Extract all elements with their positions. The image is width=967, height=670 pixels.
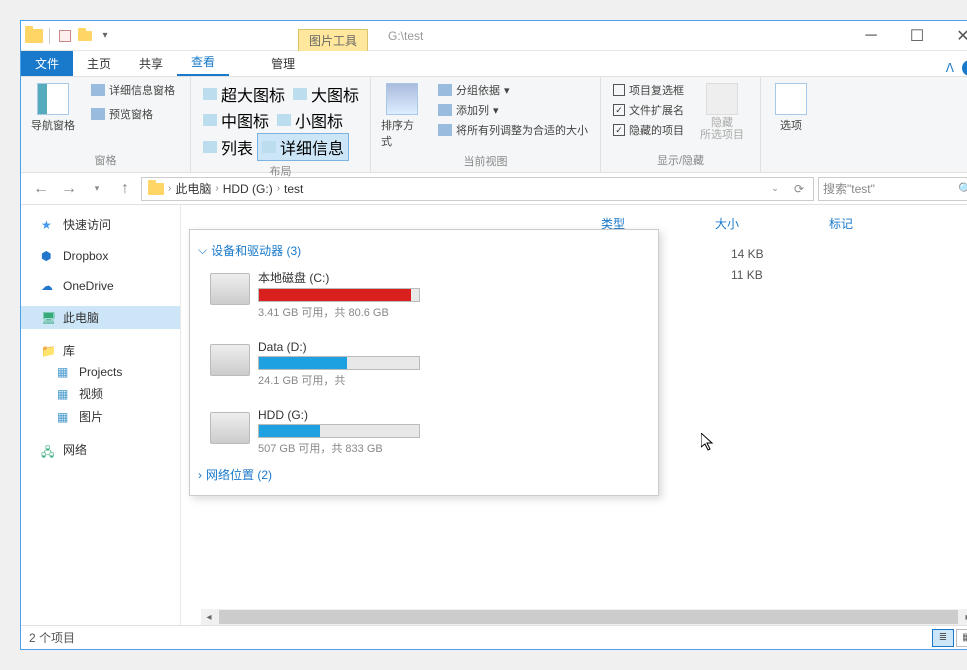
sidebar-pictures[interactable]: ▦图片 bbox=[21, 405, 180, 428]
file-extensions-toggle[interactable]: ✓文件扩展名 bbox=[609, 101, 688, 119]
tab-manage[interactable]: 管理 bbox=[257, 51, 309, 76]
sidebar-quick-access[interactable]: ★快速访问 bbox=[21, 213, 180, 236]
window-title-path: G:\test bbox=[388, 29, 423, 43]
tab-share[interactable]: 共享 bbox=[125, 51, 177, 76]
hidden-items-toggle[interactable]: ✓隐藏的项目 bbox=[609, 121, 688, 139]
tab-file[interactable]: 文件 bbox=[21, 51, 73, 76]
drive-item[interactable]: HDD (G:) 507 GB 可用，共 833 GB bbox=[210, 408, 420, 456]
hide-selected-button[interactable]: 隐藏 所选项目 bbox=[698, 81, 746, 150]
view-details[interactable]: 详细信息 bbox=[257, 133, 349, 161]
drive-usage-text: 24.1 GB 可用，共 bbox=[258, 372, 420, 388]
address-bar[interactable]: › 此电脑 › HDD (G:) › test ⌄ ⟳ bbox=[141, 177, 814, 201]
sidebar-library[interactable]: 📁库 bbox=[21, 339, 180, 362]
maximize-button[interactable]: ☐ bbox=[894, 21, 940, 51]
breadcrumb-drive[interactable]: HDD (G:) bbox=[219, 182, 277, 196]
view-details-toggle[interactable]: ≣ bbox=[932, 629, 954, 647]
add-columns-button[interactable]: 添加列 ▾ bbox=[434, 101, 592, 119]
drive-item[interactable]: 本地磁盘 (C:) 3.41 GB 可用，共 80.6 GB bbox=[210, 269, 420, 320]
drives-flyout: ⌵ 设备和驱动器 (3) 本地磁盘 (C:) 3.41 GB 可用，共 80.6… bbox=[189, 229, 659, 496]
options-button[interactable]: 选项 bbox=[773, 81, 809, 166]
drive-usage-bar bbox=[258, 288, 420, 302]
view-extra-large-icons[interactable]: 超大图标 bbox=[199, 81, 289, 107]
column-tags[interactable]: 标记 bbox=[829, 215, 853, 232]
drive-item[interactable]: Data (D:) 24.1 GB 可用，共 bbox=[210, 340, 420, 388]
recent-dropdown[interactable]: ▾ bbox=[85, 177, 109, 201]
qat-dropdown[interactable]: ▾ bbox=[96, 27, 114, 45]
drive-name: HDD (G:) bbox=[258, 408, 420, 422]
item-checkboxes-toggle[interactable]: 项目复选框 bbox=[609, 81, 688, 99]
tab-view[interactable]: 查看 bbox=[177, 49, 229, 76]
sidebar-dropbox[interactable]: ⬢Dropbox bbox=[21, 246, 180, 266]
sidebar-network[interactable]: 🖧网络 bbox=[21, 438, 180, 461]
titlebar: ▾ 图片工具 G:\test ─ ☐ ✕ bbox=[21, 21, 967, 51]
nav-pane-button[interactable]: 导航窗格 bbox=[29, 81, 77, 150]
scroll-thumb[interactable] bbox=[219, 610, 958, 624]
item-count: 2 个项目 bbox=[29, 629, 75, 646]
drive-name: Data (D:) bbox=[258, 340, 420, 354]
view-small-icons[interactable]: 小图标 bbox=[273, 107, 347, 133]
sidebar-projects[interactable]: ▦Projects bbox=[21, 362, 180, 382]
column-size[interactable]: 大小 bbox=[715, 215, 739, 232]
view-list[interactable]: 列表 bbox=[199, 133, 257, 161]
drive-usage-bar bbox=[258, 424, 420, 438]
close-button[interactable]: ✕ bbox=[940, 21, 967, 51]
network-section-header[interactable]: › 网络位置 (2) bbox=[198, 462, 650, 487]
scroll-left-arrow[interactable]: ◂ bbox=[201, 609, 217, 625]
back-button[interactable]: ← bbox=[29, 177, 53, 201]
chevron-down-icon: ⌵ bbox=[198, 243, 207, 258]
refresh-button[interactable]: ⟳ bbox=[787, 177, 811, 201]
view-large-icons[interactable]: 大图标 bbox=[289, 81, 363, 107]
up-button[interactable]: ↑ bbox=[113, 177, 137, 201]
search-input[interactable]: 搜索"test" 🔍 bbox=[818, 177, 967, 201]
address-dropdown[interactable]: ⌄ bbox=[763, 177, 787, 201]
contextual-tab-picture-tools[interactable]: 图片工具 bbox=[298, 29, 368, 51]
breadcrumb-folder[interactable]: test bbox=[280, 182, 307, 196]
sidebar-onedrive[interactable]: ☁OneDrive bbox=[21, 276, 180, 296]
breadcrumb-this-pc[interactable]: 此电脑 bbox=[171, 180, 215, 197]
ribbon-collapse-icon[interactable]: ᐱ bbox=[946, 61, 954, 75]
devices-section-header[interactable]: ⌵ 设备和驱动器 (3) bbox=[198, 238, 650, 263]
drive-usage-text: 3.41 GB 可用，共 80.6 GB bbox=[258, 304, 420, 320]
view-thumbnails-toggle[interactable]: ▦ bbox=[956, 629, 967, 647]
qat-properties[interactable] bbox=[56, 27, 74, 45]
drive-icon bbox=[210, 344, 250, 376]
details-pane-button[interactable]: 详细信息窗格 bbox=[87, 81, 179, 99]
size-columns-button[interactable]: 将所有列调整为合适的大小 bbox=[434, 121, 592, 139]
navigation-row: ← → ▾ ↑ › 此电脑 › HDD (G:) › test ⌄ ⟳ 搜索"t… bbox=[21, 173, 967, 205]
horizontal-scrollbar[interactable]: ◂ ▸ bbox=[201, 609, 967, 625]
sidebar-this-pc[interactable]: 🖥此电脑 bbox=[21, 306, 180, 329]
search-icon: 🔍 bbox=[958, 182, 967, 196]
help-icon[interactable]: ? bbox=[962, 60, 967, 76]
folder-icon bbox=[25, 29, 43, 43]
sidebar: ★快速访问 ⬢Dropbox ☁OneDrive 🖥此电脑 📁库 ▦Projec… bbox=[21, 205, 181, 625]
drive-usage-bar bbox=[258, 356, 420, 370]
chevron-right-icon: › bbox=[198, 468, 202, 482]
ribbon-view: 导航窗格 详细信息窗格 预览窗格 窗格 超大图标 大图标 中图标 小图标 bbox=[21, 77, 967, 173]
sidebar-videos[interactable]: ▦视频 bbox=[21, 382, 180, 405]
statusbar: 2 个项目 ≣ ▦ bbox=[21, 625, 967, 649]
sort-by-button[interactable]: 排序方式 bbox=[379, 81, 424, 151]
forward-button[interactable]: → bbox=[57, 177, 81, 201]
scroll-right-arrow[interactable]: ▸ bbox=[960, 609, 967, 625]
file-explorer-window: ▾ 图片工具 G:\test ─ ☐ ✕ 文件 主页 共享 查看 管理 ᐱ ? … bbox=[20, 20, 967, 650]
minimize-button[interactable]: ─ bbox=[848, 21, 894, 51]
preview-pane-button[interactable]: 预览窗格 bbox=[87, 105, 179, 123]
folder-icon bbox=[148, 183, 164, 195]
view-medium-icons[interactable]: 中图标 bbox=[199, 107, 273, 133]
drive-icon bbox=[210, 273, 250, 305]
ribbon-tabs: 文件 主页 共享 查看 管理 ᐱ ? bbox=[21, 51, 967, 77]
drive-name: 本地磁盘 (C:) bbox=[258, 269, 420, 286]
drive-icon bbox=[210, 412, 250, 444]
qat-new-folder[interactable] bbox=[76, 27, 94, 45]
tab-home[interactable]: 主页 bbox=[73, 51, 125, 76]
drive-usage-text: 507 GB 可用，共 833 GB bbox=[258, 440, 420, 456]
group-by-button[interactable]: 分组依据 ▾ bbox=[434, 81, 592, 99]
